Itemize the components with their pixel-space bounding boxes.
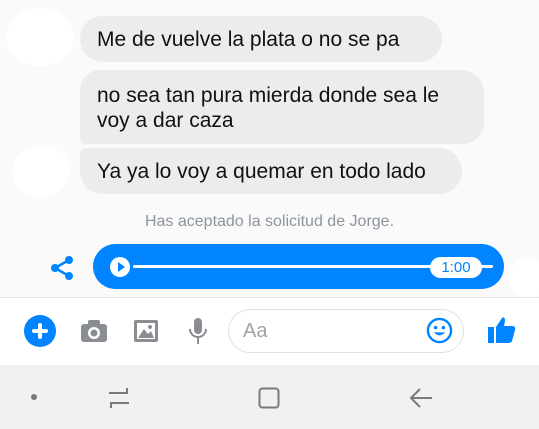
like-icon[interactable] (487, 315, 517, 345)
recents-icon[interactable] (107, 387, 131, 409)
audio-message[interactable]: 1:00 (93, 244, 504, 289)
message-text: Me de vuelve la plata o no se pa (97, 27, 400, 51)
contact-avatar (508, 258, 539, 297)
play-icon[interactable] (110, 257, 130, 277)
message-bubble[interactable]: Ya ya lo voy a quemar en todo lado (80, 148, 462, 194)
microphone-icon[interactable] (188, 317, 208, 345)
message-text: Ya ya lo voy a quemar en todo lado (97, 159, 426, 183)
audio-duration: 1:00 (430, 257, 482, 278)
message-text: no sea tan pura mierda donde sea le voy … (97, 84, 440, 132)
add-icon[interactable] (24, 315, 56, 347)
android-nav-bar (0, 365, 539, 429)
share-icon[interactable] (48, 254, 76, 282)
conversation-area: Me de vuelve la plata o no se pa no sea … (0, 0, 539, 297)
contact-avatar (12, 145, 70, 197)
image-icon[interactable] (133, 319, 159, 343)
composer-bar: Aa (0, 297, 539, 365)
message-bubble[interactable]: Me de vuelve la plata o no se pa (80, 16, 442, 62)
contact-avatar (6, 8, 74, 66)
camera-icon[interactable] (80, 319, 108, 343)
back-icon[interactable] (408, 387, 434, 409)
home-icon[interactable] (258, 387, 280, 409)
message-input[interactable]: Aa (228, 309, 464, 353)
emoji-icon[interactable] (426, 317, 453, 344)
message-bubble[interactable]: no sea tan pura mierda donde sea le voy … (80, 70, 484, 144)
nav-dot-icon (31, 394, 37, 400)
message-input-placeholder: Aa (243, 320, 268, 342)
system-notice: Has aceptado la solicitud de Jorge. (144, 213, 395, 230)
